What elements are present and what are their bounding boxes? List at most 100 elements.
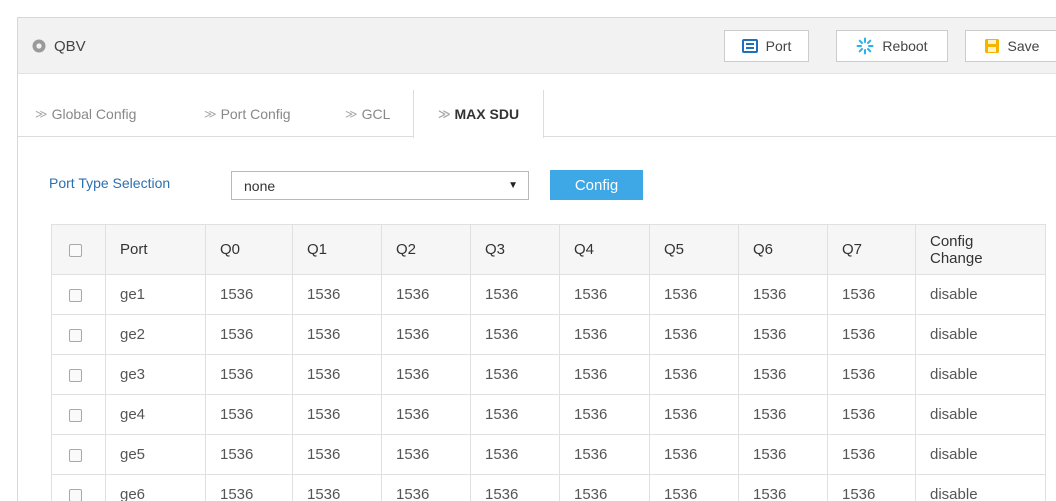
port-cell: ge4 [105, 394, 206, 435]
queue-cell-q4: 1536 [559, 474, 650, 501]
queue-cell-q6: 1536 [738, 274, 828, 315]
column-header: Q5 [649, 224, 739, 275]
column-header: Port [105, 224, 206, 275]
table-row: ge3 1536 1536 1536 1536 1536 1536 1536 1536 disab… [51, 354, 1046, 395]
column-header-config-change: Config Change [915, 224, 1046, 275]
column-header: Q2 [381, 224, 471, 275]
queue-cell-q2: 1536 [381, 354, 471, 395]
queue-cell-q3: 1536 [470, 354, 560, 395]
queue-cell-q0: 1536 [205, 354, 293, 395]
column-header: Q1 [292, 224, 382, 275]
max-sdu-table: Port Q0 Q1 Q2 Q3 Q4 Q5 Q6 Q7 Config Chan… [51, 224, 1046, 501]
config-button[interactable]: Config [550, 170, 643, 200]
queue-cell-q0: 1536 [205, 474, 293, 501]
port-cell: ge5 [105, 434, 206, 475]
tab-bar: ≫ Global Config ≫ Port Config ≫ GCL ≫ MA… [18, 90, 1056, 138]
queue-cell-q4: 1536 [559, 394, 650, 435]
port-button[interactable]: Port [724, 30, 809, 62]
queue-cell-q0: 1536 [205, 434, 293, 475]
port-cell: ge1 [105, 274, 206, 315]
queue-cell-q5: 1536 [649, 394, 739, 435]
tab-label: MAX SDU [454, 106, 520, 122]
module-title: QBV [32, 36, 86, 56]
save-icon [984, 38, 1000, 54]
queue-cell-q7: 1536 [827, 474, 916, 501]
column-header: Q0 [205, 224, 293, 275]
queue-cell-q4: 1536 [559, 354, 650, 395]
queue-cell-q3: 1536 [470, 394, 560, 435]
queue-cell-q6: 1536 [738, 434, 828, 475]
chevron-right-icon: ≫ [35, 106, 48, 121]
table-row: ge1 1536 1536 1536 1536 1536 1536 1536 1536 disab… [51, 274, 1046, 315]
row-checkbox[interactable] [69, 408, 82, 422]
queue-cell-q7: 1536 [827, 274, 916, 315]
tab-gcl[interactable]: ≫ GCL [345, 90, 390, 137]
save-button-label: Save [1007, 38, 1040, 54]
queue-cell-q2: 1536 [381, 474, 471, 501]
queue-cell-q5: 1536 [649, 474, 739, 501]
port-type-value: none [244, 177, 276, 194]
port-icon [741, 38, 758, 54]
tab-global-config[interactable]: ≫ Global Config [35, 90, 136, 137]
config-change-cell: disable [915, 434, 1046, 475]
column-header: Q3 [470, 224, 560, 275]
table-row: ge5 1536 1536 1536 1536 1536 1536 1536 1536 disab… [51, 434, 1046, 475]
queue-cell-q6: 1536 [738, 354, 828, 395]
chevron-right-icon: ≫ [345, 106, 358, 121]
row-checkbox[interactable] [69, 328, 82, 342]
queue-cell-q3: 1536 [470, 274, 560, 315]
queue-cell-q7: 1536 [827, 394, 916, 435]
queue-cell-q1: 1536 [292, 394, 382, 435]
gear-icon [32, 39, 46, 53]
port-type-select[interactable]: none ▼ [231, 171, 529, 200]
queue-cell-q5: 1536 [649, 354, 739, 395]
header-bar: QBV Port Reboot Save [18, 18, 1056, 74]
queue-cell-q7: 1536 [827, 434, 916, 475]
reboot-button[interactable]: Reboot [836, 30, 948, 62]
row-checkbox[interactable] [69, 488, 82, 501]
port-type-label: Port Type Selection [49, 175, 171, 191]
tab-label: Port Config [220, 105, 291, 122]
queue-cell-q7: 1536 [827, 314, 916, 355]
row-checkbox-cell [51, 434, 106, 475]
queue-cell-q3: 1536 [470, 474, 560, 501]
tab-max-sdu[interactable]: ≫ MAX SDU [413, 90, 544, 138]
row-checkbox-cell [51, 314, 106, 355]
queue-cell-q7: 1536 [827, 354, 916, 395]
queue-cell-q1: 1536 [292, 354, 382, 395]
config-change-cell: disable [915, 474, 1046, 501]
table-row: ge2 1536 1536 1536 1536 1536 1536 1536 1536 disab… [51, 314, 1046, 355]
row-checkbox[interactable] [69, 288, 82, 302]
table-row: ge6 1536 1536 1536 1536 1536 1536 1536 1536 disab… [51, 474, 1046, 501]
queue-cell-q6: 1536 [738, 394, 828, 435]
queue-cell-q2: 1536 [381, 434, 471, 475]
table-header-row: Port Q0 Q1 Q2 Q3 Q4 Q5 Q6 Q7 Config Chan… [51, 224, 1046, 275]
port-cell: ge6 [105, 474, 206, 501]
row-checkbox-cell [51, 274, 106, 315]
queue-cell-q0: 1536 [205, 274, 293, 315]
queue-cell-q3: 1536 [470, 314, 560, 355]
tab-port-config[interactable]: ≫ Port Config [204, 90, 291, 137]
queue-cell-q5: 1536 [649, 274, 739, 315]
config-change-cell: disable [915, 274, 1046, 315]
row-checkbox-cell [51, 354, 106, 395]
queue-cell-q2: 1536 [381, 274, 471, 315]
queue-cell-q0: 1536 [205, 314, 293, 355]
table-row: ge4 1536 1536 1536 1536 1536 1536 1536 1536 disab… [51, 394, 1046, 435]
config-change-cell: disable [915, 314, 1046, 355]
queue-cell-q4: 1536 [559, 314, 650, 355]
queue-cell-q6: 1536 [738, 314, 828, 355]
select-all-checkbox[interactable] [69, 243, 82, 257]
column-header: Q7 [827, 224, 916, 275]
column-header: Q4 [559, 224, 650, 275]
column-header: Q6 [738, 224, 828, 275]
queue-cell-q1: 1536 [292, 434, 382, 475]
reboot-icon [856, 37, 874, 55]
queue-cell-q4: 1536 [559, 274, 650, 315]
row-checkbox[interactable] [69, 368, 82, 382]
queue-cell-q1: 1536 [292, 274, 382, 315]
config-change-cell: disable [915, 394, 1046, 435]
row-checkbox[interactable] [69, 448, 82, 462]
save-button[interactable]: Save [965, 30, 1056, 62]
chevron-right-icon: ≫ [437, 107, 451, 121]
